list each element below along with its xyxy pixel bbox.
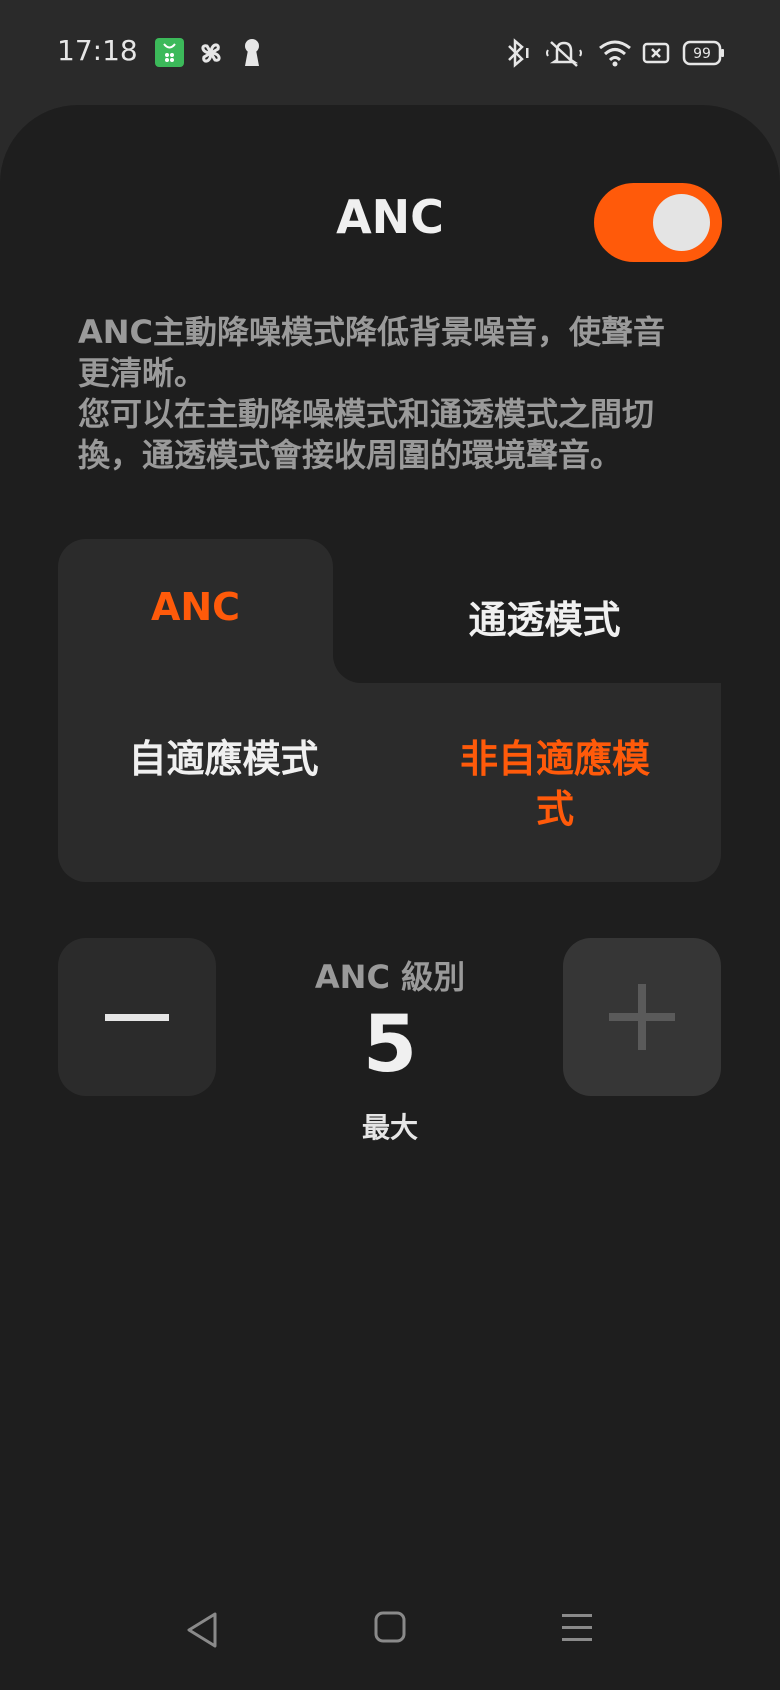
menu-icon[interactable] (560, 1610, 594, 1644)
mode-card: ANC 通透模式 自適應模式 非自適應模 式 (58, 539, 721, 882)
keyhole-icon (245, 39, 259, 66)
battery-level: 99 (693, 46, 711, 62)
mute-icon (546, 41, 582, 67)
battery-icon: 99 (682, 40, 724, 66)
bluetooth-icon (508, 38, 529, 68)
option-adaptive[interactable]: 自適應模式 (58, 734, 389, 784)
wifi-icon (599, 40, 631, 67)
shopping-bag-icon (155, 38, 184, 67)
option-non-adaptive[interactable]: 非自適應模 式 (389, 734, 721, 834)
tab-transparency[interactable]: 通透模式 (368, 589, 721, 644)
description-line: 您可以在主動降噪模式和通透模式之間切 (78, 395, 655, 433)
navigation-bar (0, 1610, 780, 1660)
status-bar: 17:18 99 (0, 0, 780, 105)
description-line: 換，通透模式會接收周圍的環境聲音。 (78, 436, 623, 474)
increase-level-button[interactable] (563, 938, 721, 1096)
plus-icon (609, 984, 675, 1050)
description: ANC主動降噪模式降低背景噪音，使聲音 更清晰。 您可以在主動降噪模式和通透模式… (78, 312, 718, 476)
description-line: 更清晰。 (78, 354, 207, 392)
level-label: 最大 (361, 1111, 418, 1144)
sim-icon (642, 42, 670, 64)
description-line: ANC主動降噪模式降低背景噪音，使聲音 (78, 313, 666, 351)
option-non-adaptive-line: 式 (535, 787, 574, 831)
home-icon[interactable] (373, 1610, 407, 1644)
option-non-adaptive-line: 非自適應模 (459, 737, 650, 781)
fan-icon (201, 43, 221, 63)
anc-toggle[interactable] (594, 183, 722, 262)
status-time: 17:18 (57, 34, 138, 67)
toggle-knob (653, 194, 710, 251)
tab-anc[interactable]: ANC (58, 585, 333, 629)
back-icon[interactable] (185, 1610, 219, 1650)
